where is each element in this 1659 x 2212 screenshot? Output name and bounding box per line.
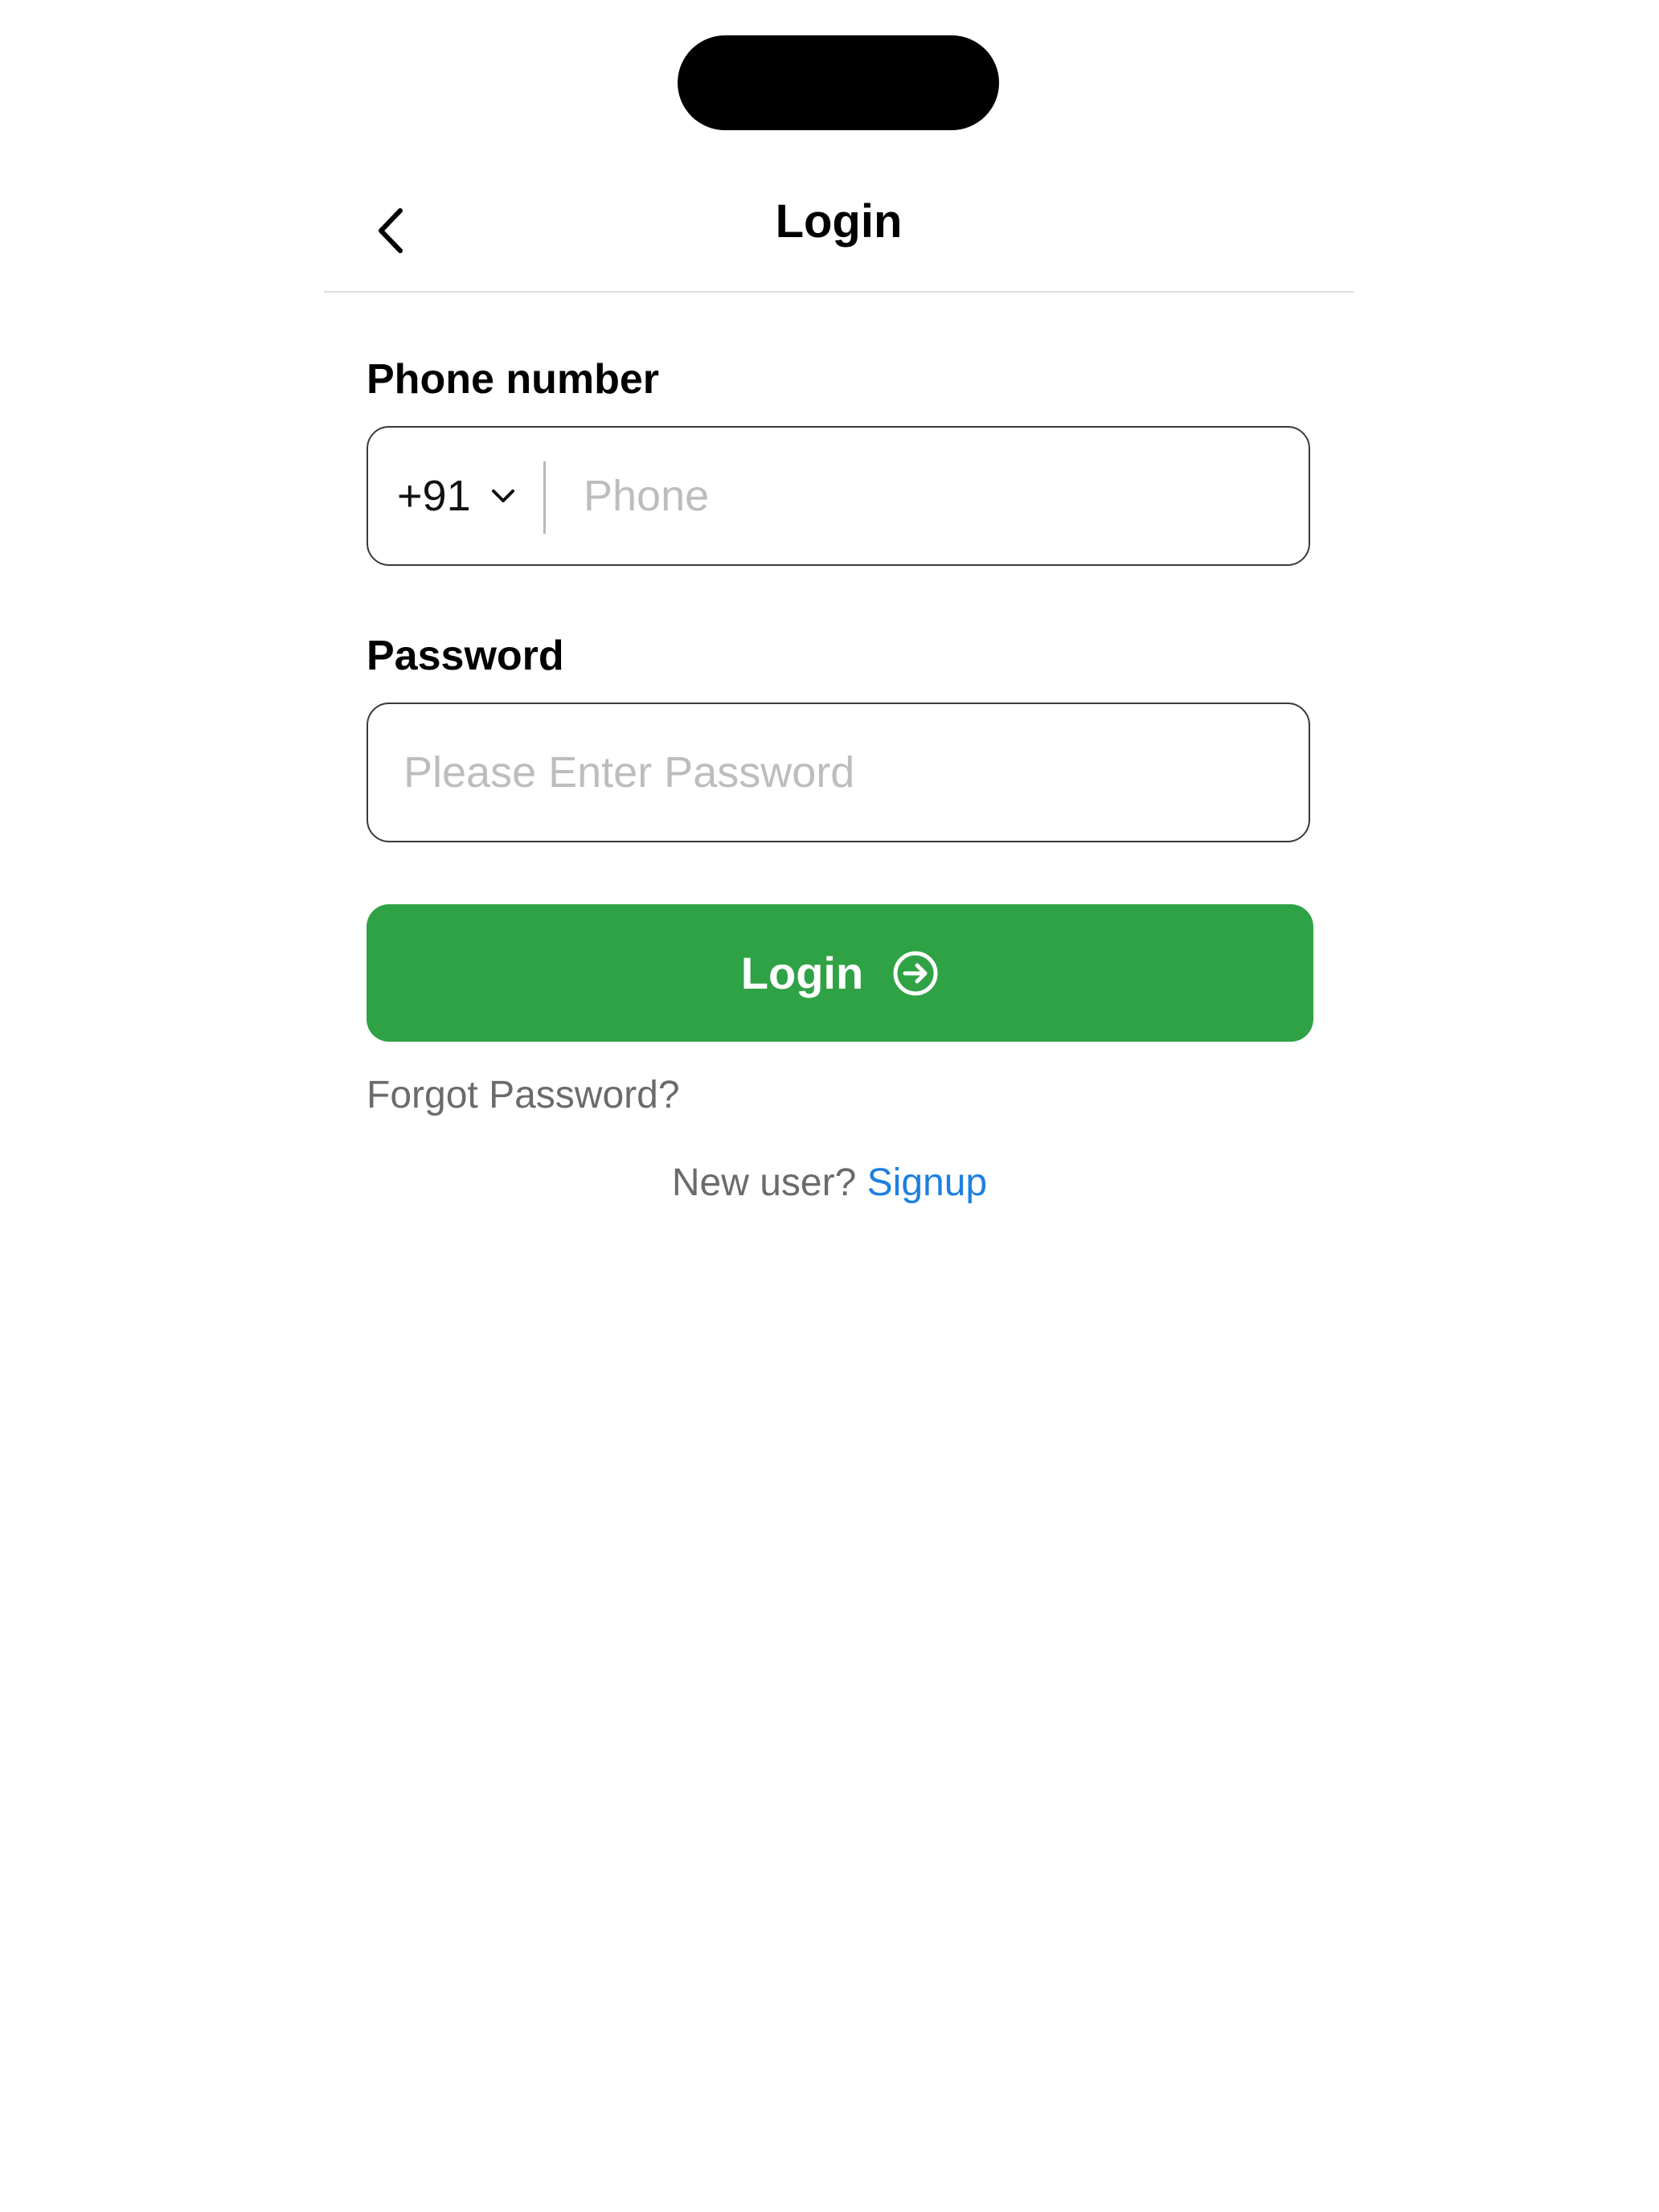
phone-number-label: Phone number [367,356,660,403]
password-field [367,703,1310,842]
forgot-password-link[interactable]: Forgot Password? [367,1071,680,1120]
password-input[interactable] [403,704,1288,841]
signup-row: New user? Signup [0,1159,1659,1207]
login-button[interactable]: Login [367,904,1313,1042]
camera-notch [678,35,999,130]
phone-field: +91 [367,426,1310,566]
login-button-label: Login [740,948,864,998]
country-code-value: +91 [397,472,471,520]
phone-input[interactable] [584,428,1291,564]
signup-link[interactable]: Signup [867,1161,987,1204]
signup-prompt: New user? [671,1161,857,1204]
country-code-select[interactable]: +91 [397,428,519,564]
password-label: Password [367,633,564,679]
field-divider [543,461,546,534]
nav-header: Login [324,169,1354,293]
page-title: Login [775,195,903,248]
arrow-right-circle-icon [893,951,938,995]
chevron-down-icon [491,490,514,502]
